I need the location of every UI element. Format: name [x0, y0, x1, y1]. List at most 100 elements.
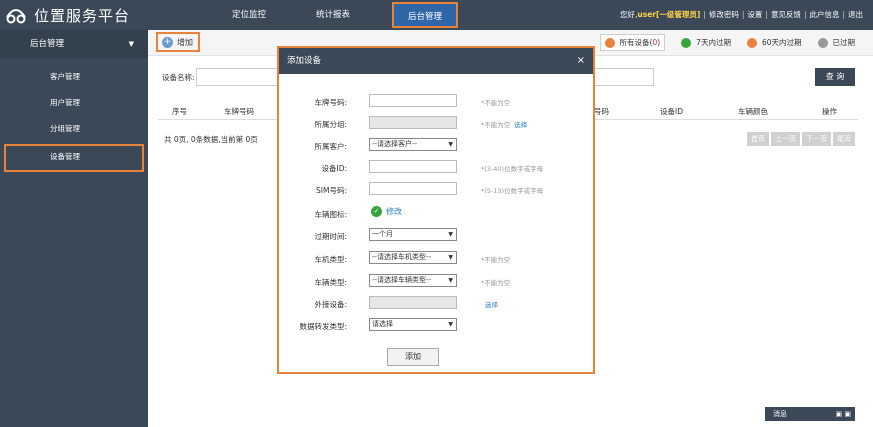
message-label: 消息: [773, 410, 787, 418]
field-note: *不能为空: [481, 256, 511, 264]
caret-down-icon: ▼: [128, 40, 134, 48]
customer-select[interactable]: --请选择客户-- ▼: [369, 138, 457, 151]
filter-expire-7-days[interactable]: 7天内过期: [681, 37, 731, 48]
sidebar-item-devices[interactable]: 设备管理: [4, 144, 144, 172]
field-vehicle-icon: 车辆图标: ✓ 修改: [279, 206, 593, 222]
forward-type-value: 请选择: [372, 320, 393, 328]
field-note: *不能为空: [481, 279, 511, 287]
sidebar-item-users[interactable]: 用户管理: [0, 90, 148, 116]
field-note: *不能为空 选择: [481, 119, 527, 129]
field-label: 车辆图标:: [314, 210, 347, 219]
field-label: 所属分组:: [314, 120, 347, 129]
app-logo: 位置服务平台: [4, 4, 154, 26]
sidebar-item-groups[interactable]: 分组管理: [0, 116, 148, 142]
col-vehicle-color: 车辆颜色: [738, 107, 768, 116]
add-button[interactable]: + 增加: [156, 32, 200, 52]
settings-link[interactable]: 设置: [747, 0, 762, 30]
terminal-type-value: --请选择车机类型--: [372, 253, 432, 261]
nav-statistics-report[interactable]: 统计报表: [302, 0, 364, 30]
dialog-header: 添加设备 ×: [279, 48, 593, 74]
pagination: 首页 上一页 下一页 尾页: [745, 132, 855, 146]
field-label: 车牌号码:: [314, 98, 347, 107]
field-label: 车机类型:: [314, 255, 347, 264]
sidebar-header[interactable]: 后台管理 ▼: [0, 30, 148, 58]
field-note: *(3-40)位数字或字母: [481, 165, 544, 173]
vehicle-icon-row: ✓ 修改: [371, 206, 402, 217]
change-password-link[interactable]: 修改密码: [709, 0, 739, 30]
top-bar: 位置服务平台 定位监控 统计报表 后台管理 您好, user[一级管理员] | …: [0, 0, 873, 30]
field-expire: 过期时间: 一个月 ▼: [279, 228, 593, 244]
filter-60-label: 60天内过期: [761, 38, 802, 47]
search-label: 设备名称:: [162, 73, 195, 82]
add-button-label: 增加: [177, 37, 193, 47]
select-group-link[interactable]: 选择: [514, 121, 527, 129]
feedback-link[interactable]: 意见反馈: [771, 0, 801, 30]
field-label: 车辆类型:: [314, 278, 347, 287]
last-page-button[interactable]: 尾页: [833, 132, 855, 146]
dropdown-arrow-icon: ▼: [448, 141, 453, 148]
query-button[interactable]: 查 询: [815, 68, 855, 86]
nav-admin[interactable]: 后台管理: [392, 2, 458, 28]
field-sim: SIM号码: *(5-13)位数字或字母: [279, 182, 593, 198]
modify-icon-link[interactable]: 修改: [386, 206, 402, 217]
nav-location-monitor[interactable]: 定位监控: [218, 0, 280, 30]
window-controls-icon[interactable]: ▣ ▣: [836, 407, 851, 421]
filter-7-label: 7天内过期: [696, 38, 731, 47]
table-summary: 共 0页, 0条数据,当前第 0页: [164, 135, 258, 144]
app-title: 位置服务平台: [34, 6, 131, 25]
field-group: 所属分组: *不能为空 选择: [279, 116, 593, 132]
user-name: user[一级管理员]: [637, 10, 701, 19]
terminal-type-select[interactable]: --请选择车机类型-- ▼: [369, 251, 457, 264]
device-id-input[interactable]: [369, 160, 457, 173]
field-label: 设备ID:: [321, 164, 347, 173]
vehicle-type-value: --请选择车辆类型--: [372, 276, 432, 284]
filter-all-suffix: ): [657, 38, 661, 47]
user-greeting: 您好,: [620, 10, 638, 19]
col-index: 序号: [172, 107, 187, 116]
plus-icon: +: [162, 36, 173, 48]
field-device-id: 设备ID: *(3-40)位数字或字母: [279, 160, 593, 176]
sidebar: 后台管理 ▼ 客户管理 用户管理 分组管理 设备管理: [0, 30, 148, 427]
logout-link[interactable]: 退出: [848, 0, 863, 30]
prev-page-button[interactable]: 上一页: [771, 132, 800, 146]
select-external-link[interactable]: 选择: [485, 301, 498, 309]
field-note: *(5-13)位数字或字母: [481, 187, 544, 195]
add-device-dialog: 添加设备 × 车牌号码: *不能为空 所属分组: *不能为空 选择 所属客户: -…: [277, 46, 595, 374]
filter-all-devices[interactable]: 所有设备(0): [599, 34, 666, 51]
dropdown-arrow-icon: ▼: [448, 254, 453, 261]
sim-number-input[interactable]: [369, 182, 457, 195]
field-label: SIM号码:: [316, 186, 347, 195]
dropdown-arrow-icon: ▼: [448, 321, 453, 328]
field-note: *不能为空: [481, 99, 511, 107]
submit-add-button[interactable]: 添加: [387, 348, 439, 366]
minus-circle-icon: [817, 37, 828, 48]
external-device-input[interactable]: [369, 296, 457, 309]
expire-select-value: 一个月: [372, 230, 393, 238]
all-devices-icon: [604, 37, 615, 48]
filter-expire-60-days[interactable]: 60天内过期: [746, 37, 802, 48]
group-input[interactable]: [369, 116, 457, 129]
car-logo-icon: [6, 9, 26, 24]
message-bar[interactable]: 消息 ▣ ▣: [765, 407, 855, 421]
col-actions: 操作: [822, 107, 837, 116]
col-number: 号码: [594, 107, 609, 116]
field-note: 选择: [481, 299, 498, 309]
field-terminal-type: 车机类型: --请选择车机类型-- ▼ *不能为空: [279, 251, 593, 267]
sidebar-item-customers[interactable]: 客户管理: [0, 64, 148, 90]
close-icon[interactable]: ×: [577, 48, 585, 74]
next-page-button[interactable]: 下一页: [802, 132, 831, 146]
filter-group: 所有设备(0) 7天内过期 60天内过期 已过期: [584, 34, 855, 51]
field-vehicle-type: 车辆类型: --请选择车辆类型-- ▼ *不能为空: [279, 274, 593, 290]
field-label: 外接设备:: [314, 300, 347, 309]
filter-expired[interactable]: 已过期: [817, 37, 856, 48]
forward-type-select[interactable]: 请选择 ▼: [369, 318, 457, 331]
filter-expired-label: 已过期: [832, 38, 856, 47]
vehicle-type-select[interactable]: --请选择车辆类型-- ▼: [369, 274, 457, 287]
account-info-link[interactable]: 此户信息: [809, 0, 839, 30]
field-customer: 所属客户: --请选择客户-- ▼: [279, 138, 593, 154]
vehicle-icon: ✓: [371, 206, 382, 217]
field-external-device: 外接设备: 选择: [279, 296, 593, 312]
first-page-button[interactable]: 首页: [747, 132, 769, 146]
plate-number-input[interactable]: [369, 94, 457, 107]
expire-select[interactable]: 一个月 ▼: [369, 228, 457, 241]
